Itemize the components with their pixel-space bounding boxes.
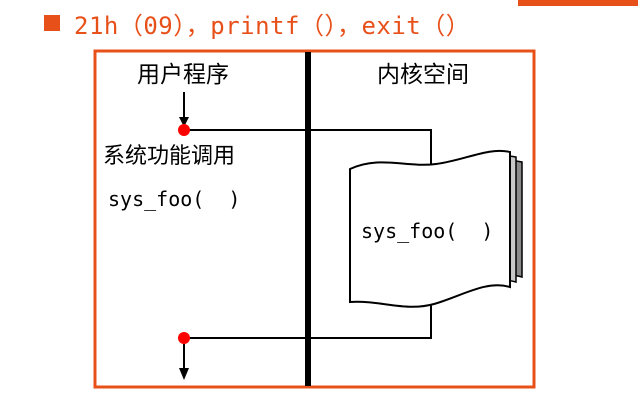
user-program-title: 用户程序 xyxy=(137,62,229,88)
user-call-function: sys_foo( ) xyxy=(108,187,240,211)
exit-arrow-head-icon xyxy=(179,368,189,380)
kernel-function-label: sys_foo( ) xyxy=(361,219,493,243)
kernel-space-title: 内核空间 xyxy=(377,62,469,88)
system-call-label: 系统功能调用 xyxy=(103,144,235,169)
call-node-dot xyxy=(178,124,190,136)
syscall-diagram: 用户程序 内核空间 系统功能调用 sys_foo( ) sys_foo( ) xyxy=(93,49,536,389)
return-node-dot xyxy=(178,332,190,344)
